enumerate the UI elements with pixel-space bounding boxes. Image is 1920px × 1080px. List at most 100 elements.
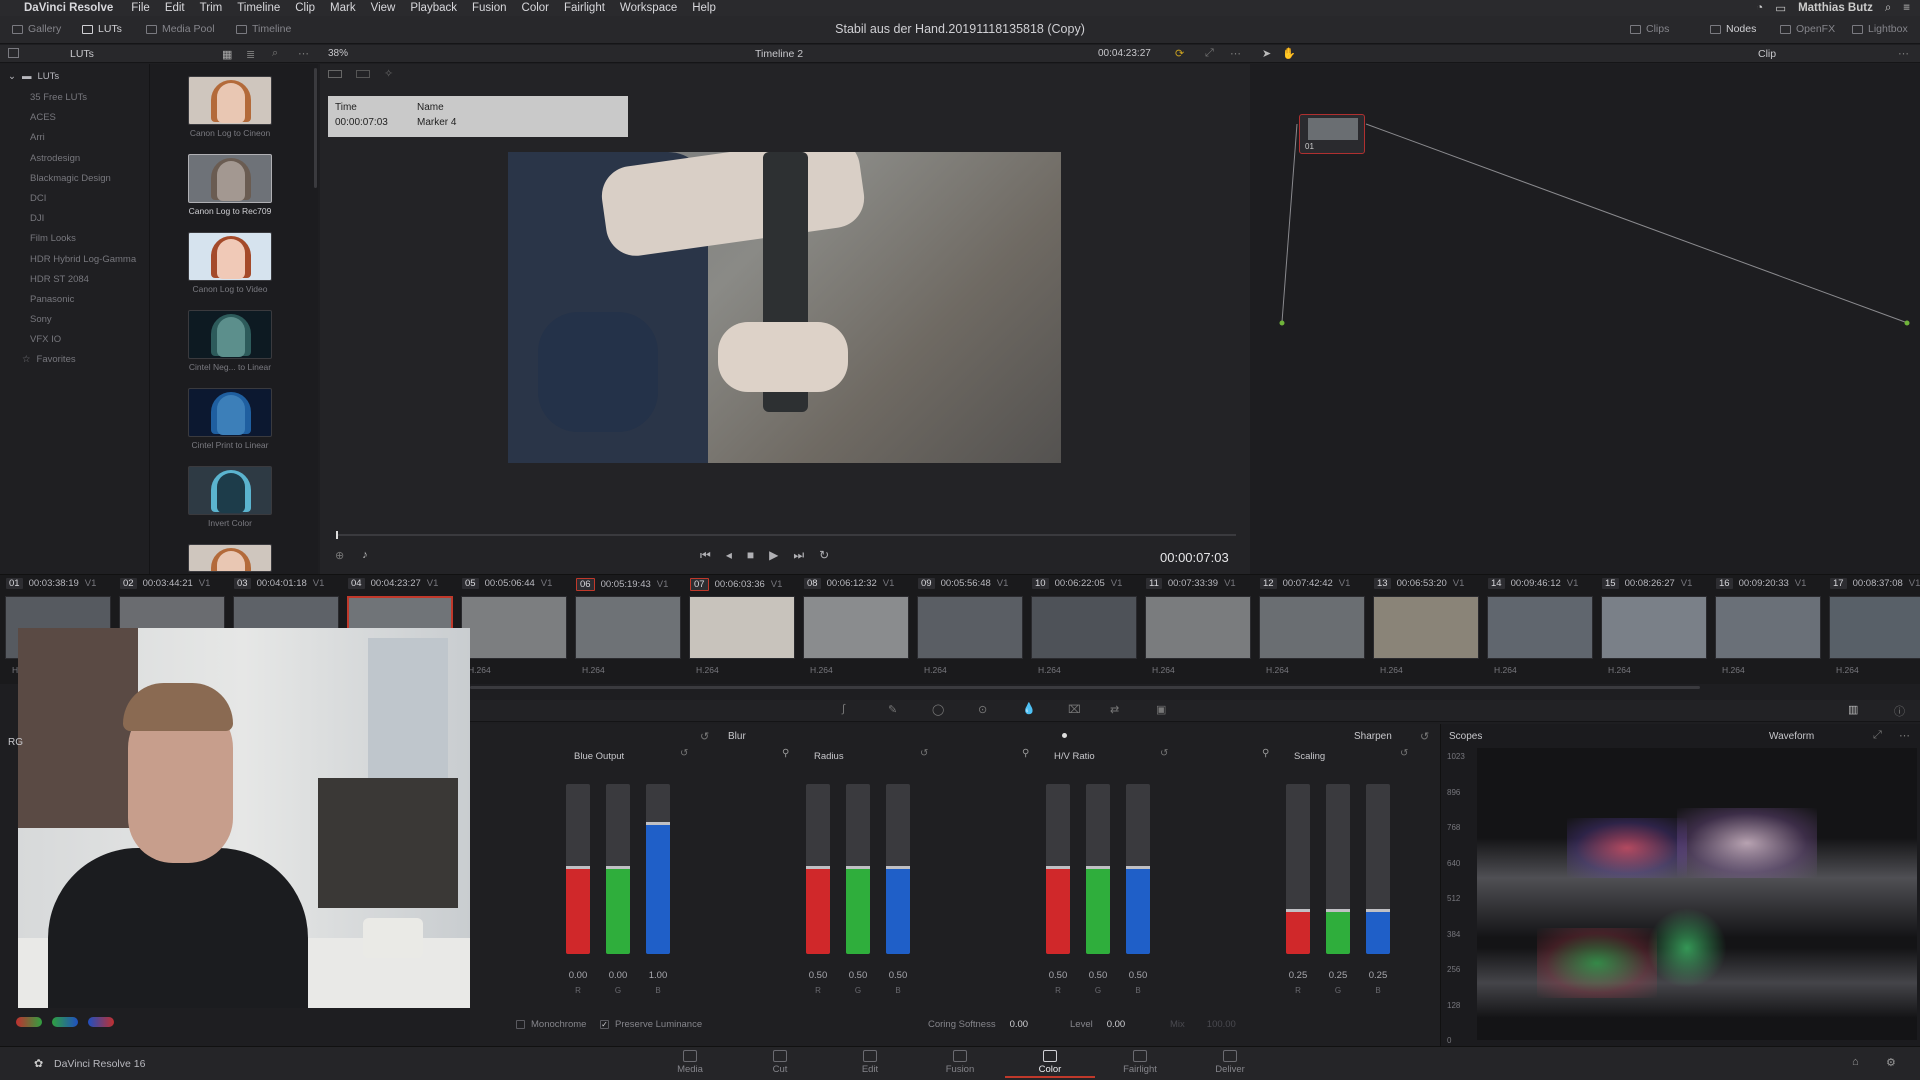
timeline-select[interactable]: Timeline 2 (755, 48, 803, 60)
viewer-mode-icon[interactable] (328, 70, 342, 78)
more-options-icon[interactable]: ⋯ (298, 47, 309, 60)
nav-cut[interactable]: Cut (745, 1050, 815, 1075)
tracker-icon[interactable]: ⊙ (978, 703, 987, 716)
3d-icon[interactable]: ▣ (1156, 703, 1166, 716)
expand-icon[interactable]: ⤢ (1873, 729, 1882, 742)
home-icon[interactable]: ⌂ (1852, 1056, 1859, 1068)
lut-folder[interactable]: Sony (30, 314, 52, 325)
step-back-icon[interactable]: ◂ (726, 548, 732, 563)
skip-end-icon[interactable]: ⏭ (793, 548, 804, 563)
node-mode-select[interactable]: Clip (1758, 48, 1776, 60)
lut-root-folder[interactable]: ⌄ ▬ LUTs (8, 71, 59, 82)
channel-slider[interactable] (1126, 784, 1150, 954)
slider-knob[interactable] (1126, 866, 1150, 869)
channel-slider[interactable] (846, 784, 870, 954)
slider-knob[interactable] (566, 866, 590, 869)
sync-icon[interactable]: ⟳ (1175, 47, 1184, 60)
favorites-item[interactable]: ☆ Favorites (22, 354, 76, 365)
fullscreen-icon[interactable]: ⤢ (1205, 47, 1214, 60)
mix-value[interactable]: 100.00 (1207, 1019, 1236, 1030)
clip-settings-icon[interactable]: ⊕ (335, 549, 344, 562)
monochrome-checkbox[interactable] (516, 1020, 525, 1029)
split-icon[interactable] (356, 70, 370, 78)
slider-knob[interactable] (1086, 866, 1110, 869)
lut-folder[interactable]: Blackmagic Design (30, 173, 111, 184)
lut-folder[interactable]: DJI (30, 213, 44, 224)
blur-icon[interactable]: 💧 (1022, 702, 1036, 715)
speaker-icon[interactable]: ♪ (362, 549, 368, 562)
slider-knob[interactable] (1366, 908, 1390, 912)
slider-knob[interactable] (1286, 908, 1310, 912)
channel-slider[interactable] (1326, 784, 1350, 954)
clip-thumbnail[interactable] (1601, 596, 1707, 659)
link-icon[interactable]: ⚲ (1022, 748, 1029, 759)
slider-knob[interactable] (806, 866, 830, 869)
channel-value[interactable]: 0.50 (1043, 970, 1073, 981)
slider-knob[interactable] (646, 821, 670, 825)
lut-folder[interactable]: Panasonic (30, 294, 74, 305)
coring-softness-value[interactable]: 0.00 (1010, 1019, 1029, 1030)
slider-knob[interactable] (1046, 866, 1070, 869)
preserve-luminance-checkbox[interactable]: ✓ (600, 1020, 609, 1029)
stop-icon[interactable]: ■ (747, 548, 754, 563)
menu-workspace[interactable]: Workspace (620, 2, 677, 14)
zoom-select[interactable]: 38% (328, 48, 348, 59)
menu-timeline[interactable]: Timeline (237, 2, 280, 14)
more-options-icon[interactable]: ⋯ (1230, 47, 1241, 60)
nav-edit[interactable]: Edit (835, 1050, 905, 1075)
lut-folder[interactable]: DCI (30, 193, 46, 204)
reset-icon[interactable]: ↺ (700, 730, 709, 743)
menu-playback[interactable]: Playback (410, 2, 457, 14)
play-icon[interactable]: ▶ (769, 548, 778, 563)
menu-file[interactable]: File (131, 2, 150, 14)
gallery-still[interactable] (16, 1017, 42, 1027)
channel-value[interactable]: 0.50 (1123, 970, 1153, 981)
slider-knob[interactable] (846, 866, 870, 869)
lut-folder[interactable]: Arri (30, 132, 45, 143)
slider-knob[interactable] (886, 866, 910, 869)
user-name[interactable]: Matthias Butz (1798, 2, 1873, 14)
lut-thumbnail[interactable] (188, 310, 272, 359)
openfx-button[interactable]: OpenFX (1780, 23, 1835, 35)
lut-thumbnail[interactable] (188, 466, 272, 515)
link-icon[interactable]: ⚲ (782, 748, 789, 759)
key-icon[interactable]: ⌧ (1068, 703, 1081, 716)
lut-thumbnail[interactable] (188, 388, 272, 437)
control-center-icon[interactable]: ≡ (1903, 2, 1910, 14)
clip-thumbnail[interactable] (689, 596, 795, 659)
blur-mode-select[interactable]: Sharpen (1354, 731, 1392, 742)
menu-fairlight[interactable]: Fairlight (564, 2, 605, 14)
lut-folder[interactable]: HDR Hybrid Log-Gamma (30, 254, 136, 265)
level-value[interactable]: 0.00 (1107, 1019, 1126, 1030)
skip-start-icon[interactable]: ⏮ (700, 548, 711, 563)
channel-value[interactable]: 0.25 (1283, 970, 1313, 981)
channel-slider[interactable] (1046, 784, 1070, 954)
battery-icon[interactable]: ▭ (1775, 1, 1786, 15)
clip-thumbnail[interactable] (461, 596, 567, 659)
nav-media[interactable]: Media (655, 1050, 725, 1075)
channel-value[interactable]: 0.50 (1083, 970, 1113, 981)
nav-fusion[interactable]: Fusion (925, 1050, 995, 1075)
menu-view[interactable]: View (371, 2, 396, 14)
channel-value[interactable]: 0.25 (1363, 970, 1393, 981)
sizing-icon[interactable]: ⇄ (1110, 703, 1119, 716)
lut-thumbnail[interactable] (188, 544, 272, 572)
channel-value[interactable]: 1.00 (643, 970, 673, 981)
menu-clip[interactable]: Clip (295, 2, 315, 14)
lut-folder[interactable]: ACES (30, 112, 56, 123)
grid-view-icon[interactable]: ▦ (222, 48, 232, 61)
more-options-icon[interactable]: ⋯ (1898, 47, 1909, 60)
scrollbar[interactable] (314, 68, 317, 188)
clip-thumbnail[interactable] (1373, 596, 1479, 659)
channel-value[interactable]: 0.50 (843, 970, 873, 981)
nodes-button[interactable]: Nodes (1710, 23, 1756, 35)
lut-folder[interactable]: 35 Free LUTs (30, 92, 87, 103)
monochrome-option[interactable]: Monochrome (516, 1019, 586, 1030)
menu-help[interactable]: Help (692, 2, 716, 14)
slider-knob[interactable] (1326, 908, 1350, 912)
color-node[interactable]: 01 (1299, 114, 1365, 154)
lut-folder[interactable]: VFX IO (30, 334, 61, 345)
gallery-still[interactable] (88, 1017, 114, 1027)
app-menu[interactable]: DaVinci Resolve (24, 2, 113, 14)
info-icon[interactable]: ⓘ (1894, 703, 1905, 719)
